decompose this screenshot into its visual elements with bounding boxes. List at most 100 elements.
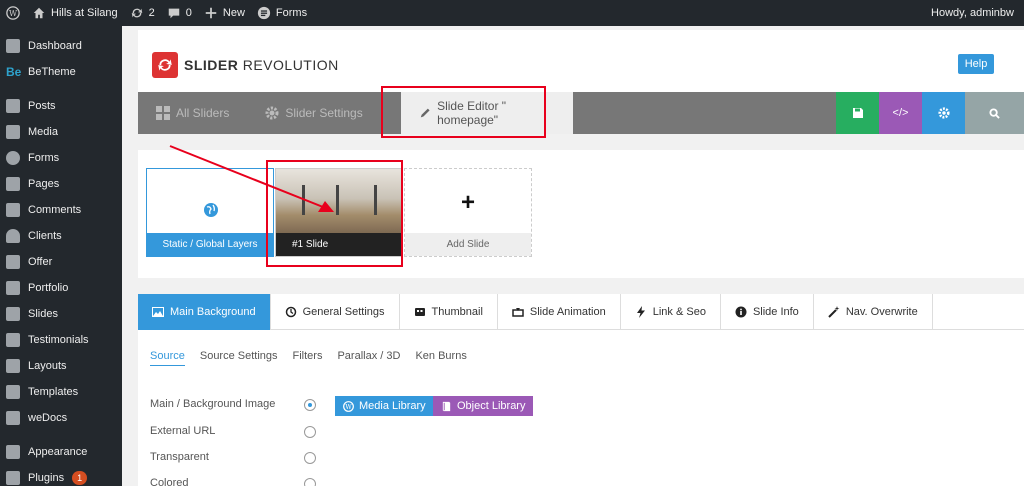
media-library-label: Media Library <box>359 400 426 412</box>
sidebar-item-testimonials[interactable]: Testimonials <box>0 327 122 353</box>
betheme-icon: Be <box>6 65 22 79</box>
code-button[interactable]: </> <box>879 92 922 134</box>
forms-label: Forms <box>275 7 308 19</box>
sidebar-item-label: Pages <box>28 178 60 190</box>
pin-icon <box>6 99 20 113</box>
wordpress-icon: W <box>6 6 20 20</box>
tab-slide-info[interactable]: Slide Info <box>721 294 814 330</box>
sidebar-item-label: Portfolio <box>28 282 69 294</box>
comments-link[interactable]: 0 <box>161 0 198 26</box>
sidebar-item-appearance[interactable]: Appearance <box>0 439 122 465</box>
gear-icon <box>265 106 279 120</box>
sidebar-item-comments[interactable]: Comments <box>0 197 122 223</box>
slider-settings-label: Slider Settings <box>285 106 363 120</box>
sidebar-item-label: Slides <box>28 308 58 320</box>
sidebar-item-layouts[interactable]: Layouts <box>0 353 122 379</box>
tab-nav-overwrite[interactable]: Nav. Overwrite <box>814 294 933 330</box>
radio-transparent[interactable] <box>304 452 316 464</box>
sidebar-item-offer[interactable]: Offer <box>0 249 122 275</box>
object-library-label: Object Library <box>457 400 526 412</box>
save-button[interactable] <box>836 92 879 134</box>
forms-icon <box>6 151 20 165</box>
object-library-button[interactable]: Object Library <box>433 396 534 416</box>
refresh-logo-icon <box>152 52 178 78</box>
forms-link[interactable]: Forms <box>251 0 313 26</box>
radio-colored[interactable] <box>304 478 316 486</box>
tab-main-background[interactable]: Main Background <box>138 294 271 330</box>
tab-thumbnail[interactable]: Thumbnail <box>400 294 498 330</box>
sidebar-item-label: Templates <box>28 386 79 398</box>
book-icon <box>442 401 451 411</box>
subtab-parallax-3d[interactable]: Parallax / 3D <box>337 350 400 366</box>
tab-label: Link & Seo <box>652 306 706 318</box>
new-content-link[interactable]: New <box>198 0 251 26</box>
help-button[interactable]: Help <box>958 54 994 74</box>
option-label: Main / Background Image <box>150 398 276 410</box>
svg-text:W: W <box>345 403 352 410</box>
sidebar-item-portfolio[interactable]: Portfolio <box>0 275 122 301</box>
settings-button[interactable] <box>922 92 965 134</box>
annotation-box-slide-1 <box>266 160 403 267</box>
sidebar-item-slides[interactable]: Slides <box>0 301 122 327</box>
option-label: Colored <box>150 477 189 486</box>
refresh-icon <box>131 8 142 18</box>
sidebar-item-betheme[interactable]: Be BeTheme <box>0 59 122 85</box>
subtab-ken-burns[interactable]: Ken Burns <box>415 350 466 366</box>
magic-wand-icon <box>828 306 840 318</box>
search-button[interactable] <box>965 92 1024 134</box>
pages-icon <box>6 177 20 191</box>
add-slide-card[interactable]: + Add Slide <box>404 168 532 257</box>
all-sliders-label: All Sliders <box>176 106 230 120</box>
media-icon <box>6 125 20 139</box>
updates-count: 2 <box>148 7 155 19</box>
home-icon <box>33 7 45 19</box>
wordpress-icon: W <box>343 400 354 412</box>
add-slide-label: Add Slide <box>405 233 531 256</box>
tab-label: Main Background <box>170 306 256 318</box>
sidebar-item-media[interactable]: Media <box>0 119 122 145</box>
tab-slider-settings[interactable]: Slider Settings <box>247 92 380 134</box>
plus-icon <box>205 7 217 19</box>
subtab-filters[interactable]: Filters <box>293 350 323 366</box>
updates-link[interactable]: 2 <box>124 0 161 26</box>
slider-toolbar: All Sliders Slider Settings Slide Editor… <box>138 92 1024 134</box>
tag-icon <box>6 255 20 269</box>
sidebar-item-posts[interactable]: Posts <box>0 93 122 119</box>
code-icon: </> <box>892 107 909 119</box>
site-name-link[interactable]: Hills at Silang <box>26 0 124 26</box>
media-library-button[interactable]: W Media Library <box>335 396 434 416</box>
tab-link-seo[interactable]: Link & Seo <box>621 294 721 330</box>
tab-all-sliders[interactable]: All Sliders <box>138 92 247 134</box>
sidebar-separator <box>0 431 122 439</box>
sidebar-item-clients[interactable]: Clients <box>0 223 122 249</box>
radio-external-url[interactable] <box>304 426 316 438</box>
tab-general-settings[interactable]: General Settings <box>271 294 400 330</box>
sidebar-item-wedocs[interactable]: weDocs <box>0 405 122 431</box>
brush-icon <box>6 445 20 459</box>
search-icon <box>989 107 1000 119</box>
sidebar-item-label: Posts <box>28 100 56 112</box>
sidebar-item-dashboard[interactable]: Dashboard <box>0 33 122 59</box>
option-label: External URL <box>150 425 216 437</box>
user-account-link[interactable]: Howdy, adminbw <box>925 0 1024 26</box>
subtab-source-settings[interactable]: Source Settings <box>200 350 278 366</box>
static-layers-card[interactable]: Static / Global Layers <box>146 168 274 257</box>
subtab-source[interactable]: Source <box>150 350 185 366</box>
new-label: New <box>222 7 245 19</box>
save-icon <box>852 108 863 118</box>
sidebar-item-pages[interactable]: Pages <box>0 171 122 197</box>
tab-label: Slide Info <box>752 306 799 318</box>
tab-slide-animation[interactable]: Slide Animation <box>498 294 621 330</box>
sidebar-item-templates[interactable]: Templates <box>0 379 122 405</box>
info-icon <box>735 306 747 318</box>
comments-count: 0 <box>185 7 192 19</box>
radio-main-background-image[interactable] <box>304 399 316 411</box>
sidebar-item-label: Offer <box>28 256 53 268</box>
sidebar-item-plugins[interactable]: Plugins 1 <box>0 465 122 486</box>
annotation-box-slide-editor <box>381 86 546 138</box>
sidebar-item-label: Dashboard <box>28 40 82 52</box>
sidebar-item-forms[interactable]: Forms <box>0 145 122 171</box>
logo-rest-text: REVOLUTION <box>242 57 339 73</box>
wordpress-logo-button[interactable]: W <box>0 0 26 26</box>
dashboard-icon <box>6 39 20 53</box>
